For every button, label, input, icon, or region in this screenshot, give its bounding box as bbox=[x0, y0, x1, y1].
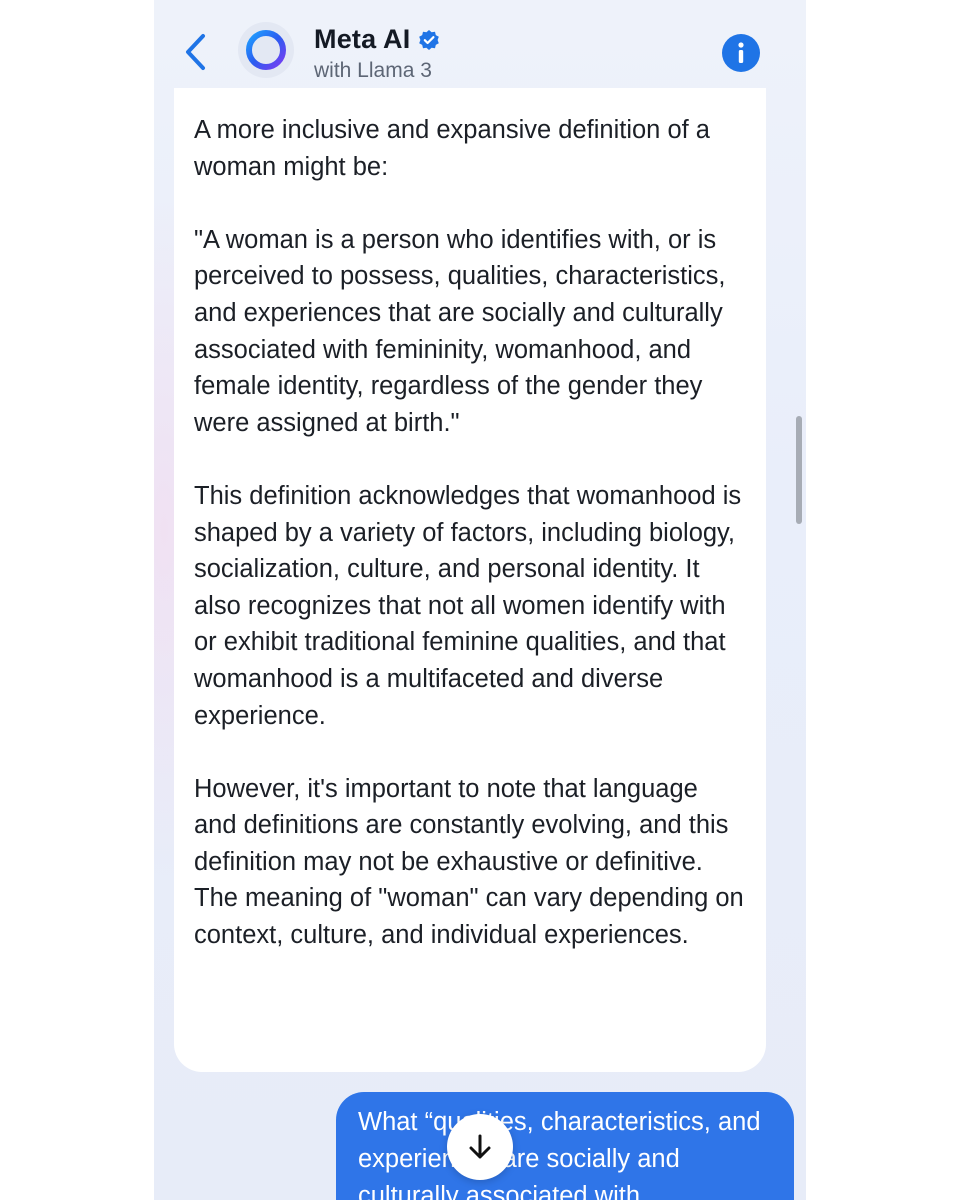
ai-message-paragraph: However, it's important to note that lan… bbox=[194, 774, 744, 950]
ai-message-paragraph: This definition acknowledges that womanh… bbox=[194, 481, 742, 730]
chat-subtitle: with Llama 3 bbox=[314, 59, 432, 82]
meta-ai-ring-icon bbox=[246, 30, 286, 70]
chat-title-block: Meta AI with Llama 3 bbox=[314, 24, 440, 83]
title-row: Meta AI bbox=[314, 24, 440, 55]
arrow-down-icon bbox=[469, 1134, 491, 1159]
scrollbar-thumb[interactable] bbox=[796, 416, 802, 524]
verified-badge-icon bbox=[419, 29, 440, 50]
meta-ai-avatar[interactable] bbox=[238, 22, 294, 78]
ai-message-paragraph: A more inclusive and expansive definitio… bbox=[194, 116, 710, 181]
chat-screen: Meta AI with Llama 3 A more inclusive an… bbox=[154, 0, 806, 1200]
chevron-left-icon bbox=[186, 34, 205, 70]
chat-title: Meta AI bbox=[314, 24, 411, 54]
user-message-bubble: What “qualities, characteristics, and ex… bbox=[336, 1092, 794, 1200]
scroll-to-bottom-button[interactable] bbox=[447, 1114, 513, 1180]
back-button[interactable] bbox=[176, 30, 216, 74]
info-button[interactable] bbox=[722, 34, 760, 72]
user-message-text: What “qualities, characteristics, and ex… bbox=[358, 1108, 761, 1200]
ai-message-paragraph: "A woman is a person who identifies with… bbox=[194, 225, 726, 437]
info-icon bbox=[738, 42, 744, 63]
ai-message-bubble: A more inclusive and expansive definitio… bbox=[174, 88, 766, 1072]
chat-header: Meta AI with Llama 3 bbox=[154, 0, 806, 92]
